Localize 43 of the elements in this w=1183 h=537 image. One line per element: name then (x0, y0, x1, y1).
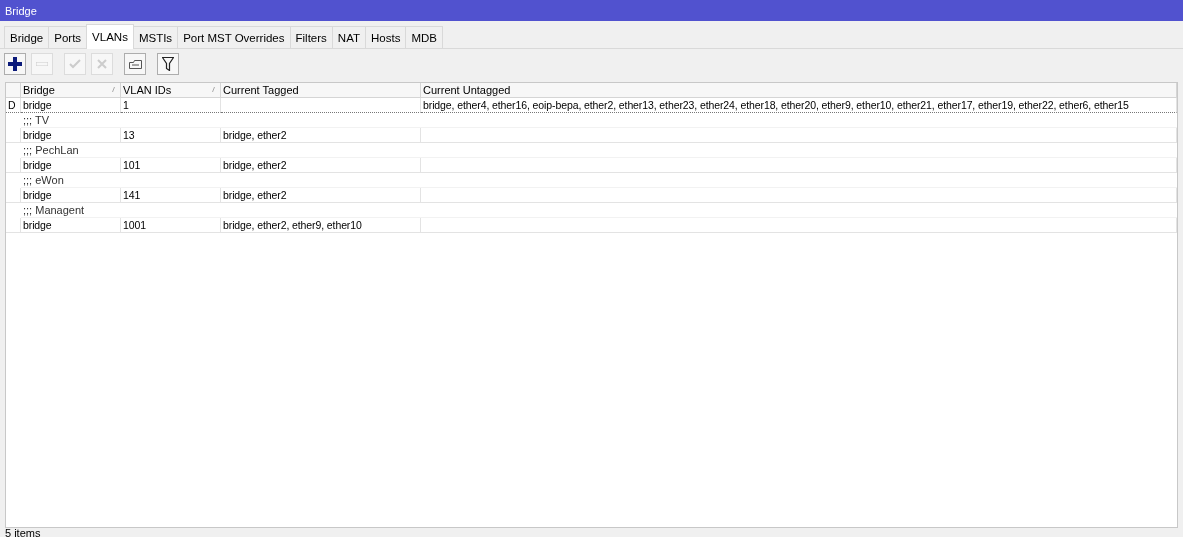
column-header[interactable]: Current Tagged (221, 83, 421, 98)
table-cell: bridge (21, 98, 121, 113)
sort-icon (212, 87, 215, 92)
note-icon (128, 59, 142, 69)
table-cell: bridge, ether2 (221, 188, 421, 203)
table-cell: bridge, ether2 (221, 128, 421, 143)
checkmark-icon (69, 59, 81, 69)
tab[interactable]: MDB (405, 26, 443, 48)
plus-icon (8, 57, 22, 71)
filter-button[interactable] (157, 53, 179, 75)
tab[interactable]: VLANs (86, 24, 134, 49)
column-header[interactable]: Bridge (21, 83, 121, 98)
table-cell: bridge (21, 158, 121, 173)
comment-row: ;;; PechLan (21, 143, 1177, 158)
add-button[interactable] (4, 53, 26, 75)
sort-icon (112, 87, 115, 92)
filter-icon (162, 57, 174, 71)
table-cell: bridge, ether4, ether16, eoip-bepa, ether2, ether13, ether23, ether24, ether18, ether20, ether9, ether10, ether21, ether17, ether19, ether22, ether6, ether15 (421, 98, 1177, 113)
table-cell: 1001 (121, 218, 221, 233)
table-cell: bridge (21, 218, 121, 233)
flag-cell (6, 218, 21, 233)
item-count-label: 5 items (5, 528, 42, 537)
column-header[interactable]: Current Untagged (421, 83, 1177, 98)
flag-cell (6, 188, 21, 203)
comment-row: ;;; eWon (21, 173, 1177, 188)
table-cell: bridge, ether2, ether9, ether10 (221, 218, 421, 233)
tab[interactable]: Bridge (4, 26, 50, 48)
window-title: Bridge (0, 0, 1183, 21)
flag-cell (6, 128, 21, 143)
flag-cell (6, 158, 21, 173)
comment-row: ;;; TV (21, 113, 1177, 128)
comment-row: ;;; Managent (21, 203, 1177, 218)
column-header[interactable]: VLAN IDs (121, 83, 221, 98)
comment-button[interactable] (124, 53, 146, 75)
table-cell: bridge (21, 128, 121, 143)
flag-cell: D (6, 98, 21, 113)
table-cell: 1 (121, 98, 221, 113)
table-cell: 101 (121, 158, 221, 173)
table-cell: 13 (121, 128, 221, 143)
table-cell: 141 (121, 188, 221, 203)
table-cell: bridge (21, 188, 121, 203)
table-cell: bridge, ether2 (221, 158, 421, 173)
cross-icon (97, 59, 107, 69)
